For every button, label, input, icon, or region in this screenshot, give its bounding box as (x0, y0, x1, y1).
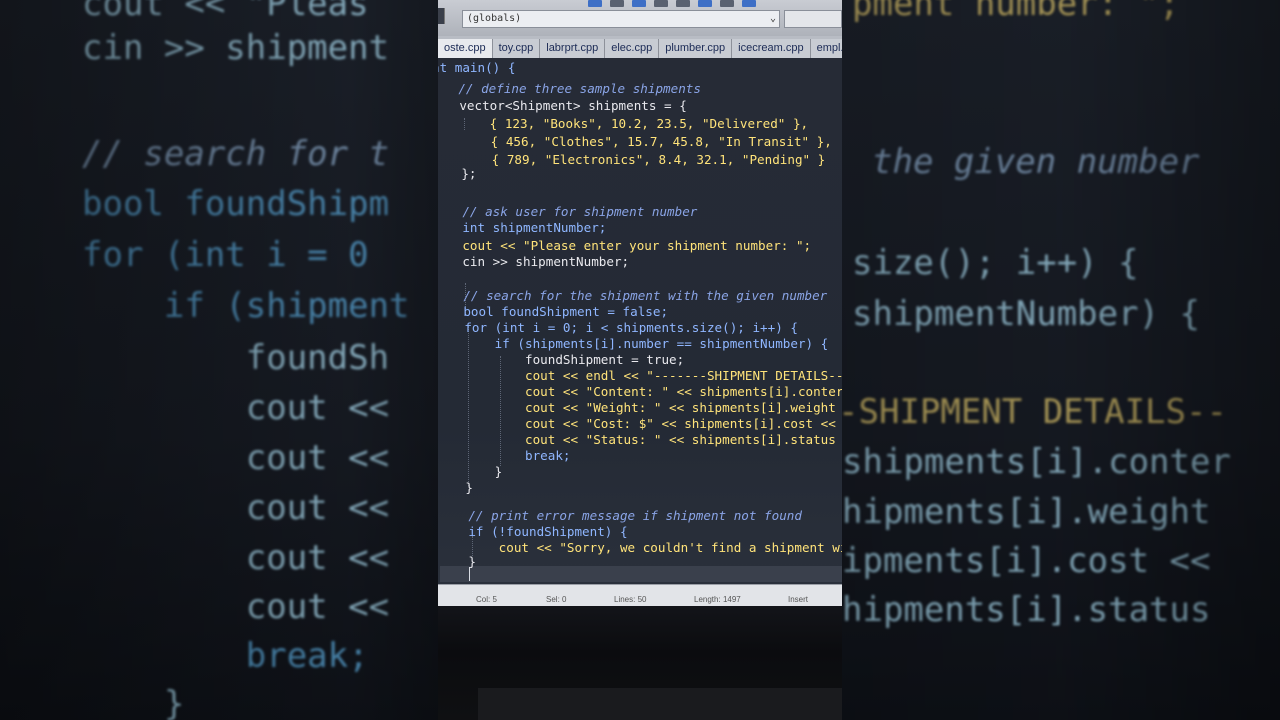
status-col: Col: 5 (476, 595, 497, 604)
code-line: cout << "Weight: " << shipments[i].weigh… (438, 400, 836, 415)
tab-plumber[interactable]: plumber.cpp (659, 39, 733, 58)
blur-line: ipments[i].cost << (842, 541, 1211, 581)
toolbar-button-icon[interactable] (654, 0, 668, 7)
toolbar-button-icon[interactable] (676, 0, 690, 7)
chevron-down-icon: ⌄ (769, 13, 776, 24)
blur-line: cout << (82, 488, 390, 528)
code-line: // print error message if shipment not f… (438, 508, 802, 523)
background-right-blur: pment number: "; the given number size()… (842, 0, 1280, 720)
blur-line: if (shipment (82, 286, 410, 326)
blur-line: cout << "Pleas (82, 0, 369, 24)
current-line-highlight (440, 566, 842, 582)
secondary-dropdown[interactable] (784, 10, 842, 28)
blur-line: -SHIPMENT DETAILS-- (842, 392, 1227, 432)
status-sel: Sel: 0 (546, 595, 567, 604)
code-line: } (438, 554, 476, 569)
toolbar-button-icon[interactable] (632, 0, 646, 7)
blur-line: size(); i++) { (852, 243, 1139, 283)
monitor-photo: (globals) ⌄ oste.cpp toy.cpp labrprt.cpp… (438, 0, 842, 720)
blur-line: } (82, 684, 185, 720)
code-line: { 789, "Electronics", 8.4, 32.1, "Pendin… (438, 152, 826, 167)
tab-oste[interactable]: oste.cpp (438, 39, 493, 58)
code-line: { 123, "Books", 10.2, 23.5, "Delivered" … (438, 116, 809, 131)
code-line: cin >> shipmentNumber; (438, 254, 630, 269)
toolbar-button-icon[interactable] (742, 0, 756, 7)
code-line: nt main() { (438, 60, 516, 75)
blur-line: shipmentNumber) { (852, 294, 1200, 334)
code-line: // define three sample shipments (438, 81, 701, 96)
code-line: cout << "Please enter your shipment numb… (438, 238, 812, 253)
blur-line: cin >> shipment (82, 28, 390, 68)
toolbar-button-icon[interactable] (698, 0, 712, 7)
desk-area (438, 606, 842, 720)
blur-line: cout << (82, 587, 390, 627)
code-line: } (438, 464, 503, 479)
blur-line: foundSh (82, 338, 390, 378)
code-line: }; (461, 166, 477, 181)
toolbar-button-icon[interactable] (610, 0, 624, 7)
blur-line: cout << (82, 438, 390, 478)
blur-line: break; (82, 636, 369, 676)
file-tabs: oste.cpp toy.cpp labrprt.cpp elec.cpp pl… (438, 36, 842, 59)
code-line: } (438, 480, 473, 495)
code-line: for (int i = 0; i < shipments.size(); i+… (438, 320, 798, 335)
toolbar-edge-icon (438, 8, 445, 24)
blur-line: bool foundShipm (82, 184, 390, 224)
blur-line: // search for t (82, 134, 390, 174)
status-length: Length: 1497 (694, 595, 741, 604)
blur-line: hipments[i].status (842, 590, 1211, 630)
code-line: // search for the shipment with the give… (438, 288, 828, 303)
status-bar: Col: 5 Sel: 0 Lines: 50 Length: 1497 Ins… (438, 584, 842, 606)
blur-line: cout << (82, 388, 390, 428)
code-editor-window: (globals) ⌄ oste.cpp toy.cpp labrprt.cpp… (438, 0, 842, 606)
blur-line: pment number: "; (852, 0, 1180, 24)
tab-toy[interactable]: toy.cpp (492, 39, 541, 58)
code-line: bool foundShipment = false; (438, 304, 669, 319)
code-line: { 456, "Clothes", 15.7, 45.8, "In Transi… (438, 134, 832, 149)
code-line: if (shipments[i].number == shipmentNumbe… (438, 336, 829, 351)
code-area[interactable]: nt main() { // define three sample shipm… (438, 58, 842, 584)
blur-line: the given number (872, 142, 1200, 182)
blur-line: shipments[i].conter (842, 442, 1231, 482)
scope-dropdown[interactable]: (globals) ⌄ (462, 10, 780, 28)
status-mode: Insert (788, 595, 809, 604)
tab-labrprt[interactable]: labrprt.cpp (540, 39, 606, 58)
background-left-blur: cout << "Pleas cin >> shipment // search… (0, 0, 438, 720)
tab-icecream[interactable]: icecream.cpp (732, 39, 811, 58)
code-line: cout << endl << "-------SHIPMENT DETAILS… (438, 368, 842, 383)
status-lines: Lines: 50 (614, 595, 647, 604)
toolbar-button-icon[interactable] (588, 0, 602, 7)
code-line: cout << "Cost: $" << shipments[i].cost <… (438, 416, 836, 431)
tab-empl[interactable]: empl.cpp (810, 39, 842, 58)
code-line: cout << "Content: " << shipments[i].cont… (438, 384, 842, 399)
toolbar: (globals) ⌄ (438, 0, 842, 36)
code-line: break; (438, 448, 571, 463)
code-line: foundShipment = true; (438, 352, 685, 367)
tab-elec[interactable]: elec.cpp (605, 39, 660, 58)
keyboard-shadow (478, 688, 842, 720)
toolbar-button-icon[interactable] (720, 0, 734, 7)
blur-line: for (int i = 0 (82, 235, 369, 275)
scope-dropdown-value: (globals) (467, 13, 522, 24)
code-line: // ask user for shipment number (438, 204, 698, 219)
blur-line: hipments[i].weight (842, 492, 1211, 532)
code-line: if (!foundShipment) { (438, 524, 628, 539)
blur-line: cout << (82, 538, 390, 578)
code-line: int shipmentNumber; (438, 220, 607, 235)
toolbar-icons (588, 0, 756, 8)
code-line: cout << "Status: " << shipments[i].statu… (438, 432, 836, 447)
code-line: cout << "Sorry, we couldn't find a shipm… (438, 540, 842, 555)
code-line: vector<Shipment> shipments = { (438, 98, 687, 113)
